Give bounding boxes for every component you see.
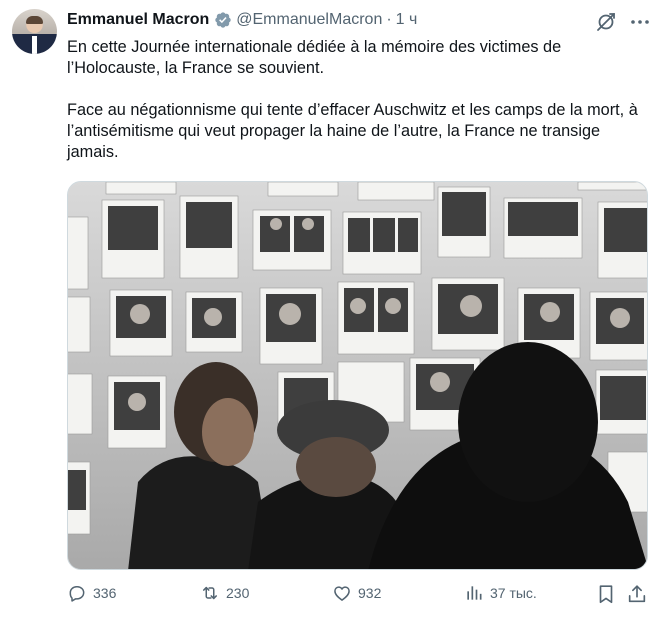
like-button[interactable]: 932 <box>332 583 381 603</box>
tweet-header: Emmanuel Macron @EmmanuelMacron · 1 ч <box>67 11 417 29</box>
repost-count: 230 <box>226 585 250 601</box>
bookmark-icon[interactable] <box>595 583 617 605</box>
views-count: 37 тыс. <box>490 585 537 601</box>
author-avatar[interactable] <box>12 9 57 54</box>
repost-button[interactable]: 230 <box>200 583 249 603</box>
avatar-hair <box>26 16 43 24</box>
tweet-timestamp[interactable]: 1 ч <box>396 11 418 29</box>
tweet-photo[interactable] <box>67 181 648 570</box>
author-name[interactable]: Emmanuel Macron <box>67 11 209 29</box>
avatar-shirt <box>32 36 37 54</box>
verified-badge-icon[interactable] <box>214 11 232 29</box>
tweet-paragraph-1: En cette Journée internationale dédiée à… <box>67 38 562 77</box>
tweet-text: En cette Journée internationale dédiée à… <box>67 37 652 163</box>
repost-icon <box>203 586 217 600</box>
like-count: 932 <box>358 585 382 601</box>
views-icon <box>467 586 482 600</box>
author-handle[interactable]: @EmmanuelMacron <box>236 11 382 29</box>
photo-scene <box>68 182 647 569</box>
share-icon[interactable] <box>626 583 648 605</box>
more-icon[interactable] <box>628 10 652 34</box>
like-icon <box>334 586 350 601</box>
tweet-paragraph-2: Face au négationnisme qui tente d’efface… <box>67 101 638 161</box>
header-separator: · <box>386 11 392 28</box>
reply-button[interactable]: 336 <box>67 583 116 603</box>
views-button[interactable]: 37 тыс. <box>464 583 537 603</box>
reply-count: 336 <box>93 585 117 601</box>
grok-icon[interactable] <box>594 10 618 34</box>
reply-icon <box>69 586 85 602</box>
tweet-actions: 336 230 932 37 тыс. <box>67 583 652 613</box>
